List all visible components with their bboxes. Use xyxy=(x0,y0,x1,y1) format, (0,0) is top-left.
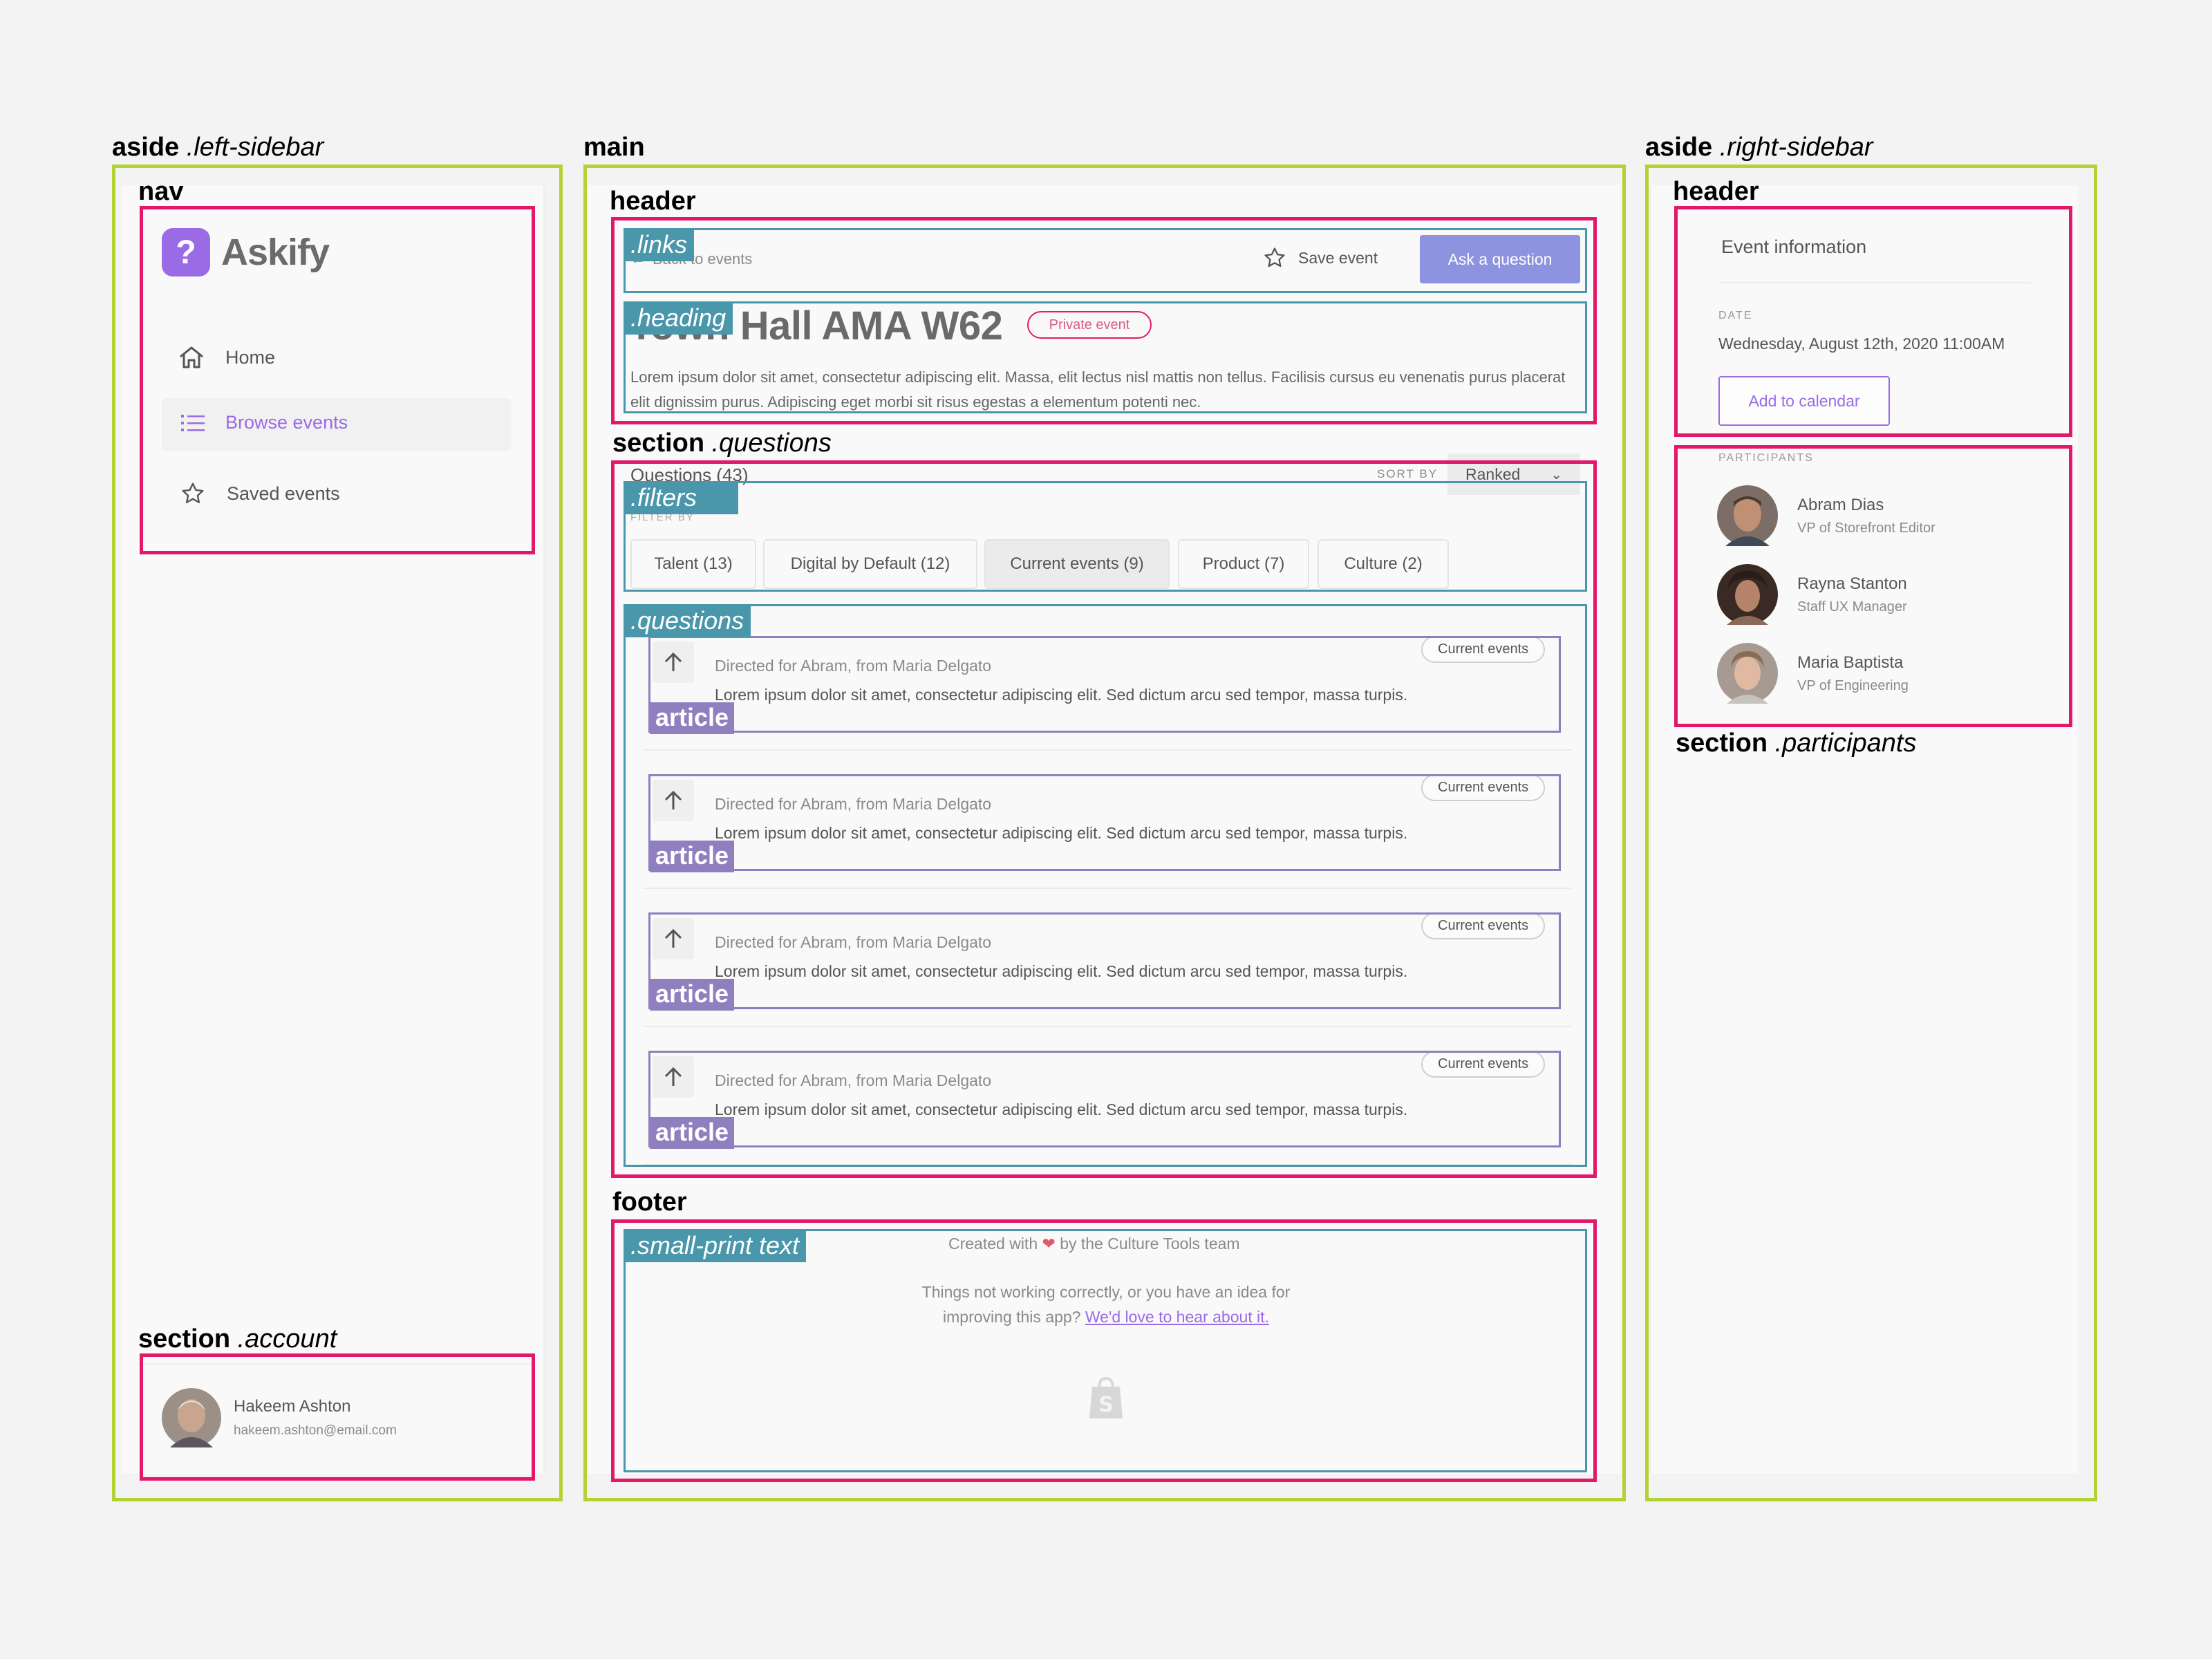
annotation-tag: .links xyxy=(625,229,695,261)
annotation-tag: .small-print text xyxy=(625,1230,807,1262)
annotation-participants-box xyxy=(1674,445,2072,727)
annotation-label: nav xyxy=(138,177,184,206)
annotation-tag: .questions xyxy=(625,606,751,637)
annotation-label: footer xyxy=(612,1188,687,1217)
annotation-label: aside .left-sidebar xyxy=(112,133,324,162)
annotation-nav-box xyxy=(140,206,535,554)
annotation-links-box xyxy=(624,228,1587,293)
annotation-label: header xyxy=(610,187,696,216)
annotation-tag: .heading xyxy=(625,303,733,335)
annotation-right-header-box xyxy=(1674,206,2072,437)
annotation-label: section .questions xyxy=(612,429,832,458)
annotation-account-box xyxy=(140,1353,535,1481)
annotation-heading-box xyxy=(624,301,1587,413)
annotation-label: header xyxy=(1673,177,1759,206)
annotation-label: section .account xyxy=(138,1324,337,1353)
annotation-label: main xyxy=(583,133,645,162)
annotation-questions-box xyxy=(624,604,1587,1167)
annotation-label: section .participants xyxy=(1676,729,1917,758)
annotation-label: aside .right-sidebar xyxy=(1645,133,1873,162)
annotation-filters-box xyxy=(624,481,1587,592)
annotation-small-print-box xyxy=(624,1229,1587,1472)
annotation-tag: .filters xyxy=(625,482,739,514)
